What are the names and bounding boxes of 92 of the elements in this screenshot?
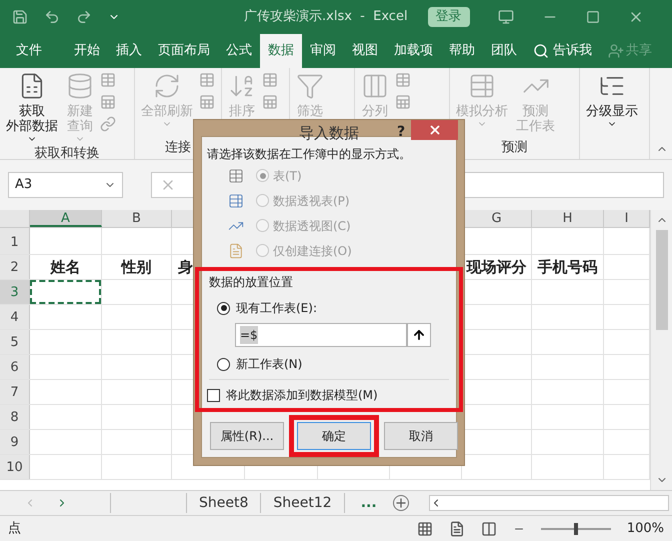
ribbon-tab[interactable]: 开始 bbox=[66, 34, 108, 68]
table-cell-text: 身 bbox=[178, 256, 193, 278]
dialog-button[interactable]: 属性(R)... bbox=[210, 422, 284, 450]
table-icon bbox=[468, 72, 496, 100]
small-link-icon[interactable] bbox=[100, 116, 116, 132]
vertical-scrollbar[interactable] bbox=[650, 210, 672, 490]
ribbon-display-icon[interactable] bbox=[498, 9, 514, 25]
ribbon-tab[interactable]: 帮助 bbox=[441, 34, 483, 68]
row-header[interactable]: 1 bbox=[0, 228, 30, 254]
dialog-prompt: 请选择该数据在工作簿中的显示方式。 bbox=[207, 146, 412, 163]
placement-option[interactable]: 新工作表(N) bbox=[217, 355, 302, 373]
data-model-option[interactable]: 将此数据添加到数据模型(M) bbox=[207, 386, 378, 404]
normal-view-icon[interactable] bbox=[416, 520, 433, 536]
horizontal-scrollbar[interactable] bbox=[428, 495, 669, 511]
row-header[interactable]: 5 bbox=[0, 330, 30, 354]
row-header[interactable]: 2 bbox=[0, 255, 30, 279]
row-header[interactable]: 3 bbox=[0, 280, 30, 304]
copy-marquee bbox=[30, 280, 101, 304]
table-cell-text: 姓名 bbox=[50, 256, 80, 278]
small-sheet-icon[interactable] bbox=[199, 94, 215, 110]
page-break-icon[interactable] bbox=[480, 520, 497, 536]
undo-icon[interactable] bbox=[44, 9, 60, 25]
window-title: 广传攻柴演示.xlsx - Excel bbox=[244, 8, 408, 26]
connection-icon bbox=[228, 242, 244, 258]
columns-icon bbox=[361, 72, 389, 100]
more-sheets-button[interactable]: ... bbox=[360, 492, 377, 514]
save-icon[interactable] bbox=[12, 9, 28, 25]
small-table-icon[interactable] bbox=[100, 72, 116, 88]
zoom-level[interactable]: 100% bbox=[626, 518, 664, 538]
dialog-button[interactable]: 确定 bbox=[297, 422, 371, 450]
refresh-icon bbox=[153, 72, 181, 100]
ribbon-tab[interactable]: 插入 bbox=[108, 34, 150, 68]
status-text: 点 bbox=[8, 520, 21, 538]
page-layout-icon[interactable] bbox=[448, 520, 465, 536]
ribbon-button[interactable]: 获取 外部数据 bbox=[4, 68, 60, 144]
pivot-table-icon bbox=[228, 192, 244, 208]
ribbon-button[interactable]: 分级显示 bbox=[584, 68, 640, 142]
sheet-tab[interactable]: Sheet8 bbox=[187, 493, 262, 513]
placement-label: 数据的放置位置 bbox=[209, 274, 294, 291]
column-header[interactable]: H bbox=[532, 210, 604, 227]
table-cell-text: 性别 bbox=[122, 256, 152, 278]
ribbon-tab[interactable]: 文件 bbox=[8, 34, 50, 68]
row-header[interactable]: 10 bbox=[0, 455, 30, 479]
tell-me-link[interactable]: 告诉我 bbox=[553, 41, 592, 61]
ribbon-tab[interactable]: 加载项 bbox=[386, 34, 441, 68]
ribbon-tab[interactable]: 视图 bbox=[344, 34, 386, 68]
table-cell-text: 现场评分 bbox=[466, 256, 526, 278]
placement-option[interactable]: 现有工作表(E): bbox=[217, 299, 317, 317]
scroll-thumb[interactable] bbox=[656, 230, 668, 330]
group-label: 预测 bbox=[502, 138, 528, 156]
column-header[interactable]: B bbox=[102, 210, 172, 227]
close-button[interactable] bbox=[411, 120, 458, 140]
search-icon[interactable] bbox=[533, 43, 549, 59]
user-icon[interactable] bbox=[608, 43, 624, 59]
small-sheet-icon[interactable] bbox=[100, 94, 116, 110]
dialog-button[interactable]: 取消 bbox=[384, 422, 458, 450]
table-icon bbox=[228, 168, 244, 184]
zoom-slider-thumb[interactable] bbox=[574, 522, 578, 534]
small-table-icon[interactable] bbox=[199, 72, 215, 88]
close-icon bbox=[428, 123, 442, 137]
location-field[interactable]: =$ bbox=[235, 323, 407, 347]
help-button[interactable]: ? bbox=[397, 122, 406, 143]
add-sheet-icon[interactable] bbox=[392, 495, 409, 511]
small-table-icon[interactable] bbox=[395, 72, 411, 88]
row-header[interactable]: 7 bbox=[0, 380, 30, 404]
radio-button[interactable] bbox=[217, 358, 230, 370]
ribbon-tab[interactable]: 数据 bbox=[260, 34, 302, 68]
redo-icon[interactable] bbox=[76, 9, 92, 25]
column-header[interactable]: A bbox=[30, 210, 102, 227]
group-label: 获取和转换 bbox=[34, 145, 100, 163]
row-header[interactable]: 4 bbox=[0, 305, 30, 329]
row-header[interactable]: 6 bbox=[0, 355, 30, 379]
ribbon-tab[interactable]: 团队 bbox=[483, 34, 525, 68]
table-cell-text: 手机号码 bbox=[538, 256, 598, 278]
maximize-icon[interactable] bbox=[586, 10, 600, 24]
name-box[interactable]: A3 bbox=[8, 172, 123, 198]
ribbon-tab[interactable]: 审阅 bbox=[302, 34, 344, 68]
sheet-tab[interactable]: Sheet12 bbox=[261, 493, 345, 513]
row-header[interactable]: 9 bbox=[0, 430, 30, 454]
collapse-dialog-button[interactable] bbox=[407, 323, 431, 347]
ribbon-tab[interactable]: 公式 bbox=[218, 34, 260, 68]
database-icon bbox=[66, 72, 94, 100]
small-sheet-icon[interactable] bbox=[262, 94, 278, 110]
row-header[interactable]: 8 bbox=[0, 405, 30, 429]
filter-icon bbox=[296, 72, 324, 100]
small-table-icon[interactable] bbox=[262, 72, 278, 88]
checkbox[interactable] bbox=[207, 388, 220, 402]
group-label: 连接 bbox=[165, 138, 191, 156]
radio-button[interactable] bbox=[217, 302, 230, 314]
sign-in-button[interactable]: 登录 bbox=[428, 7, 470, 27]
small-sheet-icon[interactable] bbox=[395, 94, 411, 110]
ribbon-tab[interactable]: 页面布局 bbox=[150, 34, 218, 68]
